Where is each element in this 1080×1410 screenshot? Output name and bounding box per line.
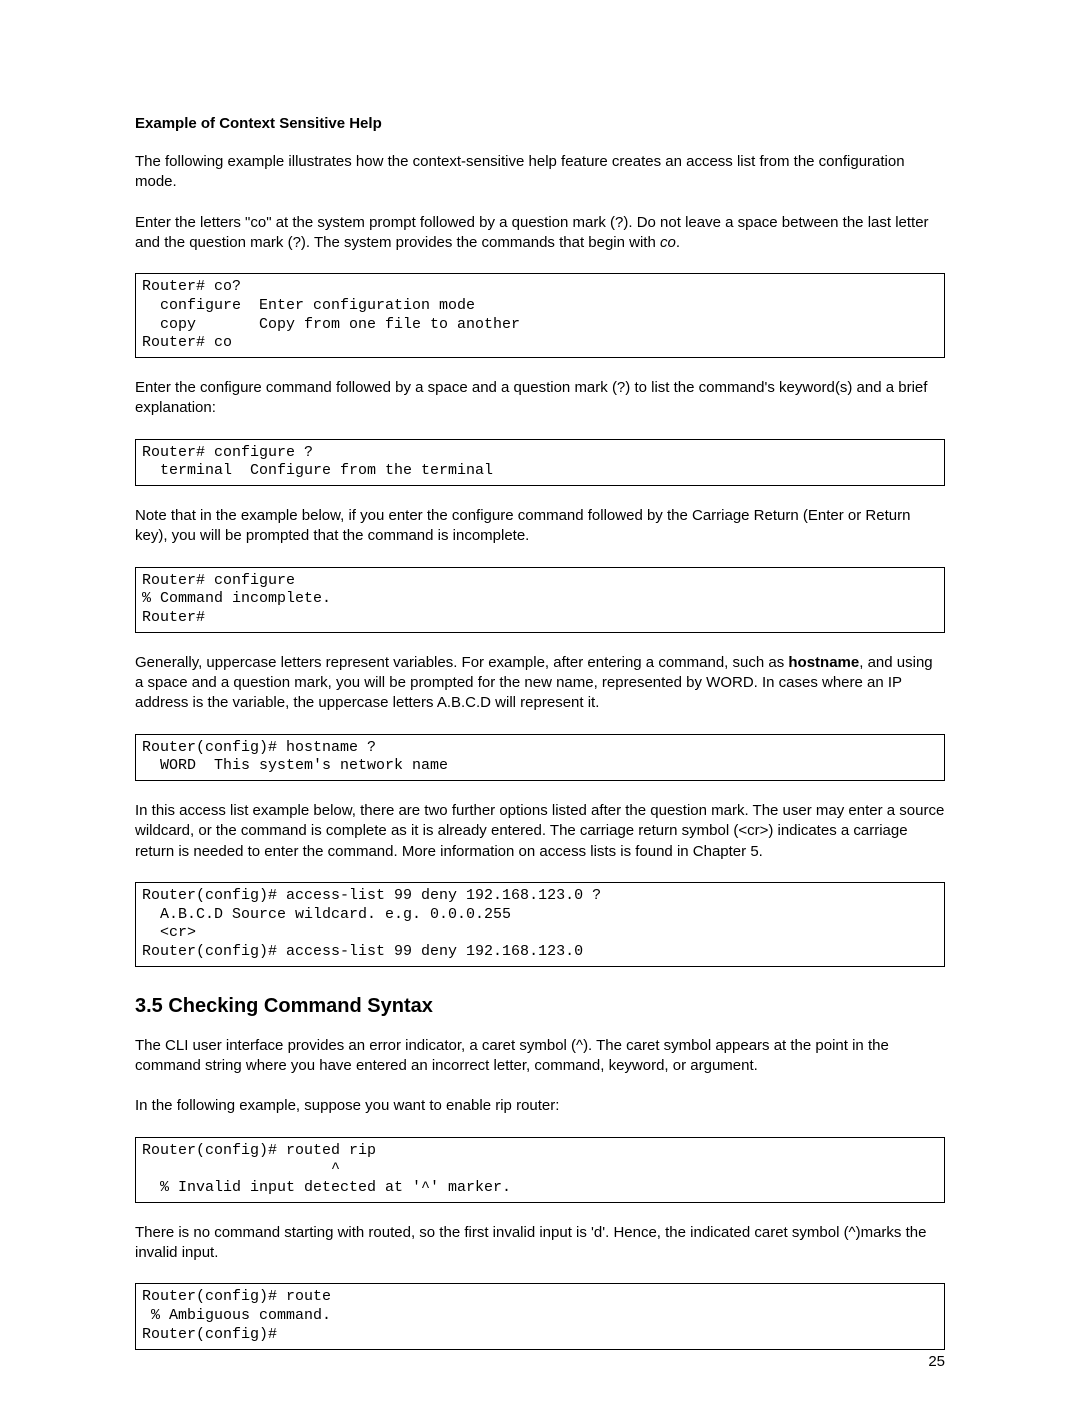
- page-number: 25: [928, 1353, 945, 1370]
- paragraph-1: The following example illustrates how th…: [135, 152, 945, 193]
- paragraph-2: Enter the letters "co" at the system pro…: [135, 213, 945, 254]
- paragraph-5: Generally, uppercase letters represent v…: [135, 653, 945, 714]
- paragraph-2-italic: co: [660, 234, 676, 251]
- paragraph-6: In this access list example below, there…: [135, 801, 945, 862]
- code-block-7: Router(config)# route % Ambiguous comman…: [135, 1283, 945, 1349]
- document-page: Example of Context Sensitive Help The fo…: [0, 0, 1080, 1410]
- code-block-2: Router# configure ? terminal Configure f…: [135, 439, 945, 487]
- paragraph-4: Note that in the example below, if you e…: [135, 506, 945, 547]
- paragraph-2-part-a: Enter the letters "co" at the system pro…: [135, 214, 929, 251]
- paragraph-3: Enter the configure command followed by …: [135, 378, 945, 419]
- section-title: Example of Context Sensitive Help: [135, 115, 945, 132]
- code-block-3: Router# configure % Command incomplete. …: [135, 567, 945, 633]
- code-block-6: Router(config)# routed rip ^ % Invalid i…: [135, 1137, 945, 1203]
- code-block-1: Router# co? configure Enter configuratio…: [135, 273, 945, 358]
- code-block-4: Router(config)# hostname ? WORD This sys…: [135, 734, 945, 782]
- code-block-5: Router(config)# access-list 99 deny 192.…: [135, 882, 945, 967]
- paragraph-9: There is no command starting with routed…: [135, 1223, 945, 1264]
- paragraph-7: The CLI user interface provides an error…: [135, 1036, 945, 1077]
- paragraph-5-part-a: Generally, uppercase letters represent v…: [135, 654, 788, 671]
- heading-3-5: 3.5 Checking Command Syntax: [135, 995, 945, 1018]
- paragraph-8: In the following example, suppose you wa…: [135, 1096, 945, 1116]
- paragraph-2-part-b: .: [676, 234, 680, 251]
- paragraph-5-bold: hostname: [788, 654, 859, 671]
